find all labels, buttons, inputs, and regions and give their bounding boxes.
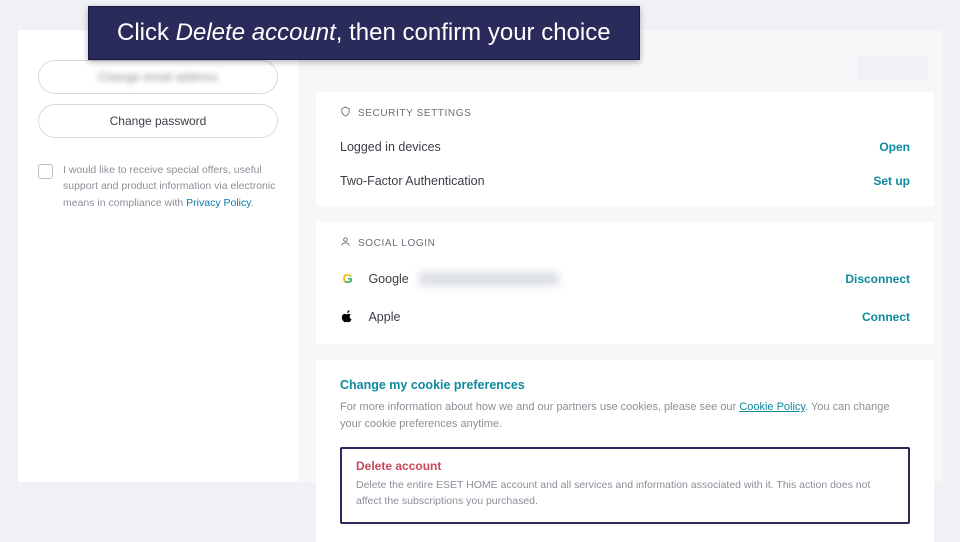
google-icon: G: [340, 271, 355, 286]
overlay-text-pre: Click: [117, 19, 176, 46]
settings-main: SECURITY SETTINGS Logged in devices Open…: [316, 30, 942, 482]
cookie-preferences-link[interactable]: Change my cookie preferences: [340, 378, 910, 392]
marketing-consent-row: I would like to receive special offers, …: [38, 162, 278, 211]
account-sidebar: Change email address Change password I w…: [18, 30, 298, 482]
apple-label: Apple: [368, 310, 400, 324]
shield-icon: [340, 106, 351, 120]
overlay-text-post: , then confirm your choice: [336, 19, 611, 46]
consent-text-b: .: [251, 197, 254, 209]
apple-icon: [340, 309, 355, 324]
delete-account-description: Delete the entire ESET HOME account and …: [356, 477, 894, 510]
delete-account-title: Delete account: [356, 459, 894, 473]
change-password-button[interactable]: Change password: [38, 104, 278, 138]
settings-page: Change email address Change password I w…: [18, 30, 942, 482]
google-row: G Google Disconnect: [340, 260, 910, 298]
two-factor-label: Two-Factor Authentication: [340, 174, 485, 188]
apple-label-group: Apple: [340, 308, 400, 326]
security-settings-card: SECURITY SETTINGS Logged in devices Open…: [316, 92, 934, 206]
instruction-overlay: Click Delete account, then confirm your …: [88, 6, 640, 60]
cookie-policy-link[interactable]: Cookie Policy: [739, 401, 805, 413]
security-header-label: SECURITY SETTINGS: [358, 108, 471, 119]
cookie-desc-a: For more information about how we and ou…: [340, 401, 739, 413]
two-factor-row: Two-Factor Authentication Set up: [340, 164, 910, 198]
google-label: Google: [368, 272, 408, 286]
change-password-label: Change password: [110, 114, 207, 128]
marketing-consent-checkbox[interactable]: [38, 164, 53, 179]
top-placeholder: [858, 56, 928, 80]
social-header-label: SOCIAL LOGIN: [358, 238, 435, 249]
delete-account-box[interactable]: Delete account Delete the entire ESET HO…: [340, 447, 910, 524]
apple-connect-link[interactable]: Connect: [862, 310, 910, 324]
change-email-label: Change email address: [98, 70, 218, 84]
change-email-button[interactable]: Change email address: [38, 60, 278, 94]
logged-in-devices-label: Logged in devices: [340, 140, 441, 154]
google-label-group: G Google: [340, 270, 559, 288]
person-icon: [340, 236, 351, 250]
social-login-card: SOCIAL LOGIN G Google Disconnect Apple C…: [316, 222, 934, 344]
two-factor-setup-link[interactable]: Set up: [873, 174, 910, 188]
cookie-delete-card: Change my cookie preferences For more in…: [316, 360, 934, 542]
social-header: SOCIAL LOGIN: [340, 236, 910, 250]
marketing-consent-text: I would like to receive special offers, …: [63, 162, 278, 211]
cookie-description: For more information about how we and ou…: [340, 399, 910, 433]
google-disconnect-link[interactable]: Disconnect: [845, 272, 910, 286]
security-header: SECURITY SETTINGS: [340, 106, 910, 120]
privacy-policy-link[interactable]: Privacy Policy: [186, 197, 251, 209]
overlay-text-em: Delete account: [176, 19, 336, 46]
logged-in-devices-row: Logged in devices Open: [340, 130, 910, 164]
google-account-redacted: [419, 272, 559, 286]
apple-row: Apple Connect: [340, 298, 910, 336]
logged-in-devices-open-link[interactable]: Open: [879, 140, 910, 154]
